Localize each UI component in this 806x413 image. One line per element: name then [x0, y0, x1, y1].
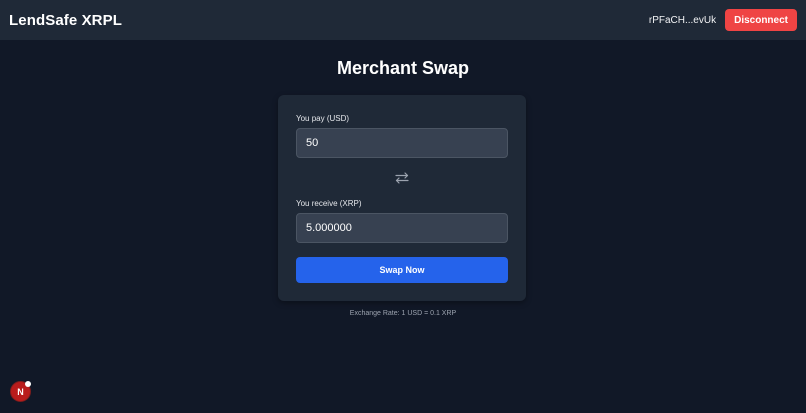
navbar-right: rPFaCH...evUk Disconnect: [649, 9, 797, 31]
swap-now-button[interactable]: Swap Now: [296, 257, 508, 283]
swap-arrows-icon[interactable]: [394, 171, 410, 185]
disconnect-button[interactable]: Disconnect: [725, 9, 797, 31]
page-title: Merchant Swap: [336, 58, 470, 78]
receive-label: You receive (XRP): [296, 199, 362, 208]
receive-amount-input[interactable]: [296, 213, 508, 243]
top-navbar: LendSafe XRPL rPFaCH...evUk Disconnect: [0, 0, 806, 40]
notification-dot: [25, 381, 31, 387]
badge-letter: N: [17, 386, 24, 397]
app-brand[interactable]: LendSafe XRPL: [9, 12, 122, 29]
wallet-address: rPFaCH...evUk: [648, 14, 717, 26]
pay-label: You pay (USD): [296, 114, 350, 123]
swap-card: You pay (USD) You receive (XRP) Swap Now: [278, 95, 526, 301]
pay-amount-input[interactable]: [296, 128, 508, 158]
exchange-rate-text: Exchange Rate: 1 USD = 0.1 XRP: [349, 310, 457, 317]
